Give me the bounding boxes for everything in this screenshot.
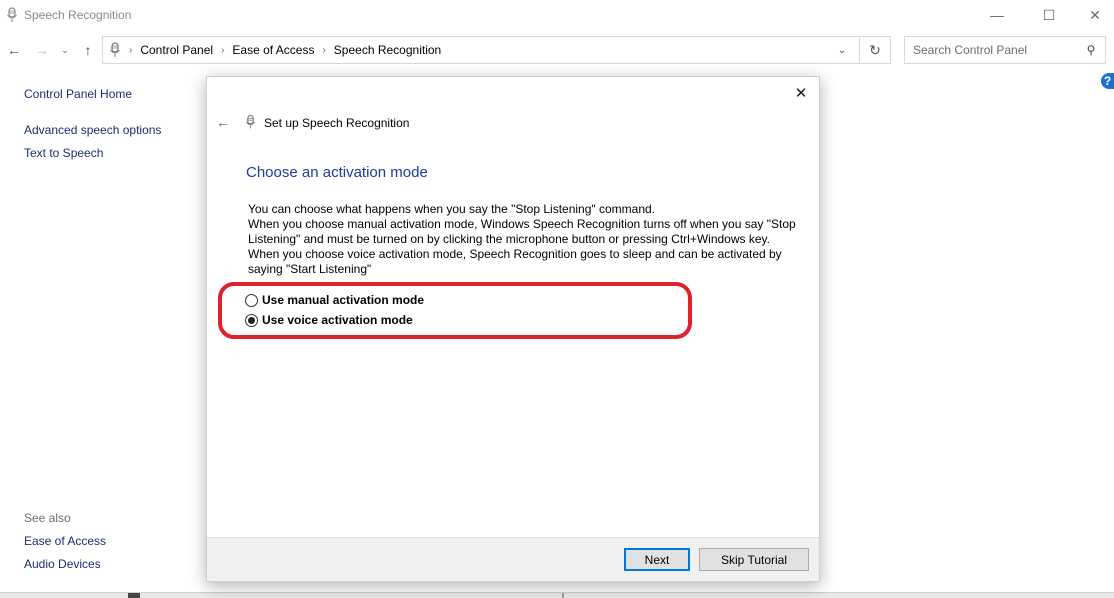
voice-activation-label: Use voice activation mode	[262, 313, 413, 327]
chevron-down-icon: ⌄	[61, 44, 69, 55]
activation-mode-options: Use manual activation mode Use voice act…	[245, 290, 424, 330]
close-icon: ✕	[1089, 6, 1101, 23]
manual-activation-option[interactable]: Use manual activation mode	[245, 290, 424, 310]
arrow-right-icon: →	[35, 42, 49, 58]
search-input[interactable]	[913, 38, 1081, 62]
minimize-icon: —	[990, 7, 1004, 23]
arrow-left-icon: ←	[7, 42, 21, 58]
see-also-label: See also	[24, 511, 71, 525]
microphone-icon	[110, 42, 120, 57]
dialog-back-button[interactable]: ←	[215, 114, 231, 130]
help-icon[interactable]: ?	[1101, 73, 1114, 89]
title-bar: Speech Recognition — ☐ ✕	[0, 0, 1114, 30]
sidebar-text-to-speech[interactable]: Text to Speech	[24, 146, 103, 160]
dialog-close-button[interactable]: ✕	[791, 83, 811, 103]
window-title: Speech Recognition	[24, 8, 132, 22]
see-also-audio-devices[interactable]: Audio Devices	[24, 557, 101, 571]
voice-activation-radio[interactable]	[245, 313, 258, 327]
dialog-footer: Next Skip Tutorial	[207, 537, 819, 581]
voice-activation-option[interactable]: Use voice activation mode	[245, 310, 424, 330]
dialog-title: Set up Speech Recognition	[264, 116, 410, 130]
forward-button[interactable]: →	[32, 40, 52, 60]
address-bar[interactable]: › Control Panel › Ease of Access › Speec…	[102, 36, 860, 64]
breadcrumb-speech-recognition[interactable]: Speech Recognition	[334, 43, 441, 57]
search-icon[interactable]: ⚲	[1081, 43, 1101, 57]
maximize-button[interactable]: ☐	[1026, 0, 1072, 30]
microphone-icon	[7, 7, 17, 22]
breadcrumb-separator[interactable]: ›	[322, 45, 325, 56]
minimize-button[interactable]: —	[974, 0, 1020, 30]
setup-speech-recognition-dialog: ✕ ← Set up Speech Recognition Choose an …	[206, 76, 820, 582]
sidebar-advanced-speech-options[interactable]: Advanced speech options	[24, 123, 161, 137]
skip-tutorial-button[interactable]: Skip Tutorial	[699, 548, 809, 571]
recent-locations-button[interactable]: ⌄	[58, 40, 72, 60]
microphone-icon	[246, 115, 255, 129]
arrow-up-icon: ↑	[84, 42, 92, 58]
next-button[interactable]: Next	[624, 548, 690, 571]
refresh-button[interactable]: ↻	[859, 36, 891, 64]
dialog-description: You can choose what happens when you say…	[248, 202, 808, 277]
back-button[interactable]: ←	[4, 40, 24, 60]
dialog-heading: Choose an activation mode	[246, 164, 428, 181]
description-line: When you choose voice activation mode, S…	[248, 247, 782, 276]
manual-activation-radio[interactable]	[245, 293, 258, 307]
address-history-button[interactable]: ⌄	[825, 37, 859, 63]
description-line: You can choose what happens when you say…	[248, 202, 656, 216]
breadcrumb-control-panel[interactable]: Control Panel	[140, 43, 213, 57]
up-button[interactable]: ↑	[78, 40, 98, 60]
background-divider	[562, 593, 564, 598]
maximize-icon: ☐	[1042, 6, 1056, 23]
background-fragment	[128, 593, 140, 598]
close-window-button[interactable]: ✕	[1072, 0, 1114, 30]
breadcrumb-ease-of-access[interactable]: Ease of Access	[232, 43, 314, 57]
breadcrumb-separator[interactable]: ›	[129, 45, 132, 56]
background-window-edge	[0, 592, 1114, 598]
arrow-left-icon: ←	[216, 114, 230, 130]
search-box[interactable]: ⚲	[904, 36, 1106, 64]
refresh-icon: ↻	[869, 41, 881, 58]
sidebar-control-panel-home[interactable]: Control Panel Home	[24, 87, 132, 101]
close-icon: ✕	[794, 85, 808, 102]
manual-activation-label: Use manual activation mode	[262, 293, 425, 307]
breadcrumb-separator[interactable]: ›	[221, 45, 224, 56]
see-also-ease-of-access[interactable]: Ease of Access	[24, 534, 106, 548]
description-line: When you choose manual activation mode, …	[248, 217, 796, 246]
chevron-down-icon: ⌄	[837, 44, 847, 56]
